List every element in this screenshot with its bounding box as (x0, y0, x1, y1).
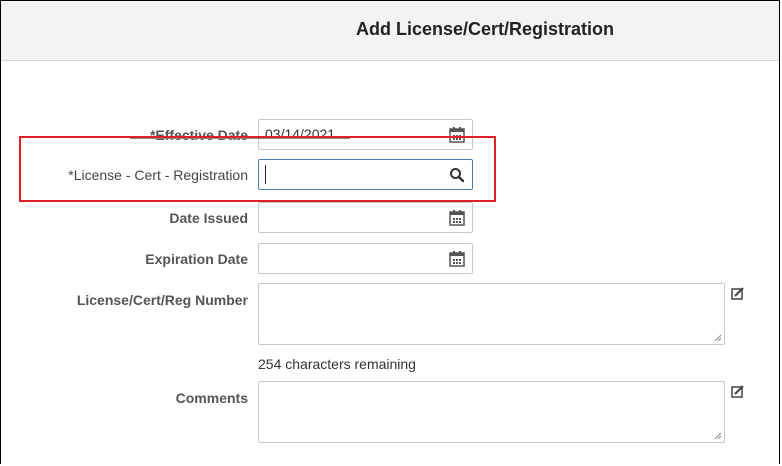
resize-handle-icon[interactable] (714, 432, 722, 440)
calendar-icon[interactable] (448, 209, 466, 227)
expiration-date-label: Expiration Date (145, 251, 248, 267)
date-issued-label: Date Issued (169, 210, 248, 226)
resize-handle-icon[interactable] (714, 334, 722, 342)
edit-icon[interactable] (731, 287, 745, 301)
expiration-date-field[interactable] (258, 243, 473, 274)
highlight-box (19, 136, 496, 202)
date-issued-field[interactable] (258, 202, 473, 233)
edit-icon[interactable] (731, 385, 745, 399)
dialog-header: Add License/Cert/Registration (1, 1, 779, 61)
number-label: License/Cert/Reg Number (76, 292, 248, 308)
comments-textarea[interactable] (258, 381, 725, 443)
dialog-title: Add License/Cert/Registration (355, 19, 615, 39)
calendar-icon[interactable] (448, 250, 466, 268)
comments-label: Comments (175, 390, 248, 406)
characters-remaining: 254 characters remaining (258, 356, 416, 372)
number-textarea[interactable] (258, 283, 725, 345)
